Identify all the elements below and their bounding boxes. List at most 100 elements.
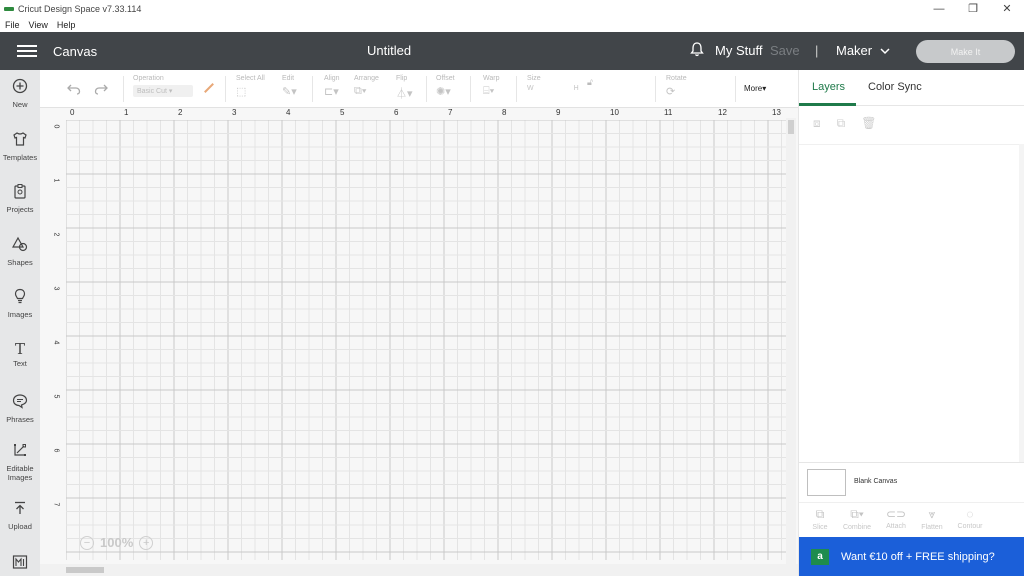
size-width-field[interactable]: W [527, 85, 534, 92]
minimize-button[interactable]: — [922, 0, 956, 17]
close-button[interactable]: ✕ [990, 0, 1024, 17]
ruler-tick-label: 5 [340, 108, 345, 117]
sidebar-item-editable-images[interactable]: Editable Images [0, 442, 40, 482]
arrange-group[interactable]: Arrange ⧉▾ [354, 75, 379, 98]
active-tab-indicator [799, 103, 856, 106]
edit-pencil-icon: ✎▾ [282, 86, 297, 98]
make-it-button[interactable]: Make It [916, 40, 1015, 63]
text-icon: T [14, 340, 25, 358]
lock-icon[interactable]: 🔓︎ [587, 77, 593, 88]
trash-icon[interactable]: 🗑︎ [861, 116, 876, 131]
warp-group[interactable]: Warp ⌸▾ [483, 75, 499, 98]
bell-icon[interactable] [690, 42, 704, 60]
zoom-in-button[interactable]: + [139, 535, 154, 550]
ruler-tick-label: 4 [286, 108, 291, 117]
sidebar-item-upload[interactable]: Upload [0, 500, 40, 531]
sidebar-item-new[interactable]: New [0, 78, 40, 109]
combine-button[interactable]: ⧉▾ Combine [837, 507, 877, 531]
flatten-button[interactable]: ⩔ Flatten [912, 507, 952, 531]
offset-group[interactable]: Offset ✺▾ [436, 75, 455, 98]
sidebar-item-shapes[interactable]: Shapes [0, 236, 40, 267]
rotate-label: Rotate [666, 75, 687, 82]
machine-select[interactable]: Maker [836, 43, 890, 58]
maximize-button[interactable]: ❐ [956, 0, 990, 17]
flip-group[interactable]: Flip ⏃▾ [396, 75, 413, 101]
group-icon[interactable]: ⧈ [813, 116, 821, 131]
ruler-tick-label: 9 [556, 108, 561, 117]
toolbar-divider [426, 76, 427, 102]
ruler-tick-label: 1 [124, 108, 129, 117]
ruler-tick-label: 12 [718, 108, 727, 117]
sidebar-item-text[interactable]: T Text [0, 341, 40, 368]
toolbar-divider [312, 76, 313, 102]
pen-icon[interactable] [204, 83, 214, 93]
speech-bubble-icon [0, 393, 40, 413]
rotate-group: Rotate ⟳ [666, 75, 687, 98]
panel-tabs: Layers Color Sync [799, 70, 1024, 106]
sidebar-item-phrases[interactable]: Phrases [0, 393, 40, 424]
slice-button[interactable]: ⧉ Slice [800, 507, 840, 531]
document-title: Untitled [367, 43, 412, 58]
duplicate-icon[interactable]: ⧉ [837, 116, 846, 131]
ruler-tick-label: 6 [394, 108, 399, 117]
sidebar-item-templates[interactable]: Templates [0, 131, 40, 162]
undo-icon[interactable] [67, 83, 81, 98]
contour-button[interactable]: ◌ Contour [950, 507, 990, 530]
ruler-tick-label: 10 [610, 108, 619, 117]
redo-icon[interactable] [94, 83, 108, 98]
zoom-out-button[interactable]: − [80, 535, 94, 550]
toolbar-divider [470, 76, 471, 102]
operation-value: Basic Cut [137, 88, 167, 95]
menu-file[interactable]: File [5, 20, 20, 30]
slice-label: Slice [812, 524, 828, 531]
align-group[interactable]: Align ⊏▾ [324, 75, 340, 98]
rotate-field[interactable]: ⟳ [666, 85, 687, 98]
tab-color-sync[interactable]: Color Sync [868, 81, 922, 93]
window-controls: — ❐ ✕ [922, 0, 1024, 17]
sidebar-item-label: Editable Images [6, 464, 34, 482]
ruler-tick-label: 7 [448, 108, 453, 117]
my-stuff-button[interactable]: My Stuff [715, 43, 762, 58]
attach-icon: ⊂⊃ [885, 507, 907, 521]
contour-label: Contour [957, 523, 983, 530]
blank-canvas-swatch[interactable] [807, 469, 846, 496]
operation-label: Operation [133, 75, 164, 82]
select-all-group[interactable]: Select All ⬚ [236, 75, 265, 98]
tab-layers[interactable]: Layers [812, 81, 845, 93]
sidebar-item-projects[interactable]: Projects [0, 183, 40, 214]
more-button[interactable]: More▾ [744, 84, 766, 93]
ruler-tick-label: 13 [772, 108, 781, 117]
blank-canvas-row[interactable]: Blank Canvas [799, 462, 1024, 502]
warp-icon: ⌸▾ [483, 85, 495, 97]
shirt-icon [0, 131, 40, 151]
attach-button[interactable]: ⊂⊃ Attach [876, 507, 916, 530]
ruler-tick-label: 5 [52, 394, 60, 399]
horizontal-scrollbar[interactable] [40, 564, 798, 576]
promo-banner[interactable]: a Want €10 off + FREE shipping? [799, 537, 1024, 576]
menu-view[interactable]: View [29, 20, 48, 30]
save-button[interactable]: Save [770, 43, 800, 58]
promo-badge-icon: a [811, 548, 829, 565]
operation-group: Operation Basic Cut ▾ [133, 75, 193, 97]
design-canvas[interactable]: 0 1 2 3 4 5 6 7 8 9 10 11 12 13 01234567 − 100% + [40, 108, 798, 576]
size-height-field[interactable]: H [574, 85, 579, 92]
horizontal-ruler: 0 1 2 3 4 5 6 7 8 9 10 11 12 13 [66, 108, 786, 120]
toolbar-divider [225, 76, 226, 102]
sidebar-item-label: Images [7, 310, 33, 319]
header-divider: | [815, 43, 819, 58]
layer-bottom-tools: ⧉ Slice ⧉▾ Combine ⊂⊃ Attach ⩔ Flatten ◌… [799, 502, 1024, 536]
ruler-tick-label: 0 [70, 108, 75, 117]
sidebar-item-images[interactable]: Images [0, 288, 40, 319]
edit-group[interactable]: Edit ✎▾ [282, 75, 297, 98]
sidebar-item-monogram[interactable] [0, 554, 40, 576]
warp-label: Warp [483, 75, 500, 82]
vertical-scrollbar[interactable] [786, 118, 796, 566]
menu-help[interactable]: Help [57, 20, 76, 30]
toolbar-divider [516, 76, 517, 102]
sidebar-item-label: Phrases [6, 415, 34, 424]
app-header: Canvas Untitled My Stuff Save | Maker [0, 32, 1024, 70]
zoom-level: 100% [100, 535, 134, 550]
operation-select[interactable]: Basic Cut ▾ [133, 85, 193, 97]
layers-scrollbar[interactable] [1019, 144, 1024, 462]
hamburger-menu-icon[interactable] [17, 42, 37, 60]
